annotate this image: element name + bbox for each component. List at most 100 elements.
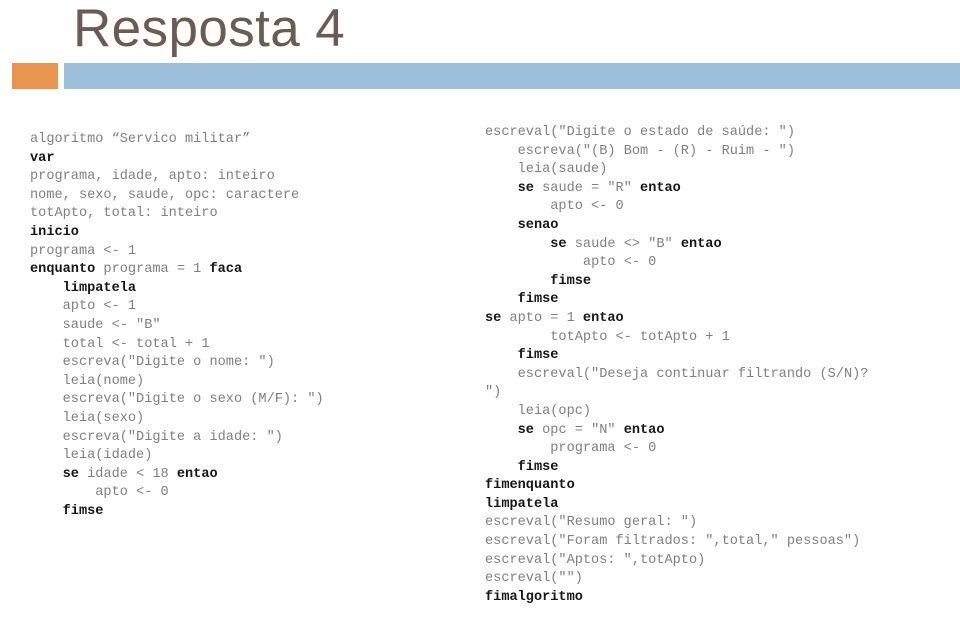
code-line: programa, idade, apto: inteiro — [30, 168, 324, 187]
code-keyword: limpatela — [485, 496, 559, 512]
code-line: leia(nome) — [30, 373, 324, 392]
code-keyword: fimalgoritmo — [485, 589, 583, 605]
code-keyword: se — [62, 466, 88, 482]
code-keyword: se — [517, 180, 543, 196]
code-keyword: se — [517, 422, 543, 438]
code-line: saude <- "B" — [30, 317, 324, 336]
code-keyword: entao — [176, 466, 218, 482]
page-title: Resposta 4 — [73, 0, 346, 58]
code-text: totApto <- totApto + 1 — [550, 329, 730, 345]
code-line: se saude = "R" entao — [485, 180, 868, 199]
code-text: escreva("Digite o sexo (M/F): ") — [62, 392, 324, 408]
code-keyword: entao — [582, 310, 624, 326]
code-line: escreva("Digite o sexo (M/F): ") — [30, 391, 324, 410]
code-keyword: limpatela — [62, 280, 137, 296]
code-line: apto <- 0 — [30, 484, 324, 503]
code-keyword: fimse — [550, 273, 592, 289]
code-text: escreva("Digite a idade: ") — [62, 429, 283, 445]
code-text: leia(idade) — [62, 448, 153, 464]
code-keyword: fimse — [62, 503, 104, 519]
accent-bar — [64, 63, 960, 89]
code-line: escreva("(B) Bom - (R) - Ruim - ") — [485, 143, 868, 162]
code-text: escreval("Aptos: ",totApto) — [485, 552, 706, 568]
code-text: escreval("Digite o estado de saúde: ") — [485, 125, 795, 140]
code-keyword: var — [30, 150, 55, 166]
code-keyword: fimse — [517, 292, 559, 308]
code-line: leia(sexo) — [30, 410, 324, 429]
code-text: escreval("Deseja continuar filtrando (S/… — [517, 366, 869, 382]
code-text: programa <- 0 — [550, 441, 657, 457]
code-text: apto <- 1 — [62, 299, 137, 315]
code-line: escreval("Foram filtrados: ",total," pes… — [485, 533, 868, 552]
code-text: apto <- 0 — [582, 255, 657, 271]
code-line: fimenquanto — [485, 477, 868, 496]
code-line: escreva("Digite a idade: ") — [30, 429, 324, 448]
code-text: escreva("Digite o nome: ") — [62, 355, 275, 371]
code-line: fimse — [30, 503, 324, 522]
title-divider — [0, 63, 960, 89]
code-text: opc = "N" — [542, 422, 624, 438]
code-line: se opc = "N" entao — [485, 422, 868, 441]
code-line: leia(opc) — [485, 403, 868, 422]
code-line: escreval("Aptos: ",totApto) — [485, 552, 868, 571]
code-line: fimalgoritmo — [485, 589, 868, 608]
code-text: algoritmo “Servico militar” — [30, 132, 251, 147]
code-text: programa, idade, apto: inteiro — [30, 169, 275, 185]
code-text: leia(opc) — [517, 403, 592, 419]
code-line: fimse — [485, 459, 868, 478]
code-text: escreval("Resumo geral: ") — [485, 515, 698, 531]
code-text: leia(nome) — [62, 373, 145, 389]
code-block-left: algoritmo “Servico militar” var programa, … — [30, 131, 324, 521]
code-text: nome, sexo, saude, opc: caractere — [30, 187, 300, 203]
code-text: leia(saude) — [517, 162, 608, 178]
code-line: var — [30, 150, 324, 169]
code-text: saude = "R" — [542, 180, 641, 196]
code-keyword: fimse — [517, 348, 559, 364]
code-text: apto = 1 — [509, 310, 583, 326]
code-block-right: escreval("Digite o estado de saúde: ") e… — [485, 124, 868, 607]
code-text: total <- total + 1 — [62, 336, 210, 352]
code-text: escreval("") — [485, 571, 583, 587]
code-line: escreval("Resumo geral: ") — [485, 514, 868, 533]
code-line: leia(idade) — [30, 447, 324, 466]
code-line: se idade < 18 entao — [30, 466, 324, 485]
code-line: se saude <> "B" entao — [485, 236, 868, 255]
code-line: escreval("") — [485, 570, 868, 589]
code-line: leia(saude) — [485, 161, 868, 180]
accent-square — [12, 63, 58, 89]
code-text: saude <- "B" — [62, 317, 161, 333]
code-keyword: se — [550, 236, 575, 252]
code-keyword: entao — [680, 236, 722, 252]
code-line: total <- total + 1 — [30, 336, 324, 355]
code-line: limpatela — [30, 280, 324, 299]
code-line: enquanto programa = 1 faca — [30, 261, 324, 280]
code-keyword: fimse — [517, 459, 559, 475]
code-line: programa <- 0 — [485, 440, 868, 459]
code-line: fimse — [485, 291, 868, 310]
code-text: escreval("Foram filtrados: ",total," pes… — [485, 534, 861, 550]
code-text: apto <- 0 — [95, 485, 169, 501]
code-line: senao — [485, 217, 868, 236]
code-line: ") — [485, 384, 868, 403]
code-line: programa <- 1 — [30, 243, 324, 262]
code-text: totApto, total: inteiro — [30, 206, 218, 222]
code-text: escreva("(B) Bom - (R) - Ruim - ") — [517, 143, 795, 159]
code-line: fimse — [485, 273, 868, 292]
code-keyword: se — [485, 310, 510, 326]
code-keyword: entao — [623, 422, 665, 438]
code-line: escreval("Digite o estado de saúde: ") — [485, 124, 868, 143]
code-line: se apto = 1 entao — [485, 310, 868, 329]
code-text: saude <> "B" — [574, 236, 681, 252]
code-line: fimse — [485, 347, 868, 366]
code-line: algoritmo “Servico militar” — [30, 131, 324, 150]
code-keyword: fimenquanto — [485, 478, 575, 494]
code-text: apto <- 0 — [550, 199, 624, 215]
code-text: programa <- 1 — [30, 243, 137, 259]
code-keyword: inicio — [30, 224, 79, 240]
code-text: programa = 1 — [103, 262, 210, 278]
code-line: apto <- 1 — [30, 298, 324, 317]
code-text: ") — [485, 385, 502, 401]
code-line: totApto <- totApto + 1 — [485, 329, 868, 348]
code-line: escreval("Deseja continuar filtrando (S/… — [485, 366, 869, 385]
code-line: totApto, total: inteiro — [30, 205, 324, 224]
